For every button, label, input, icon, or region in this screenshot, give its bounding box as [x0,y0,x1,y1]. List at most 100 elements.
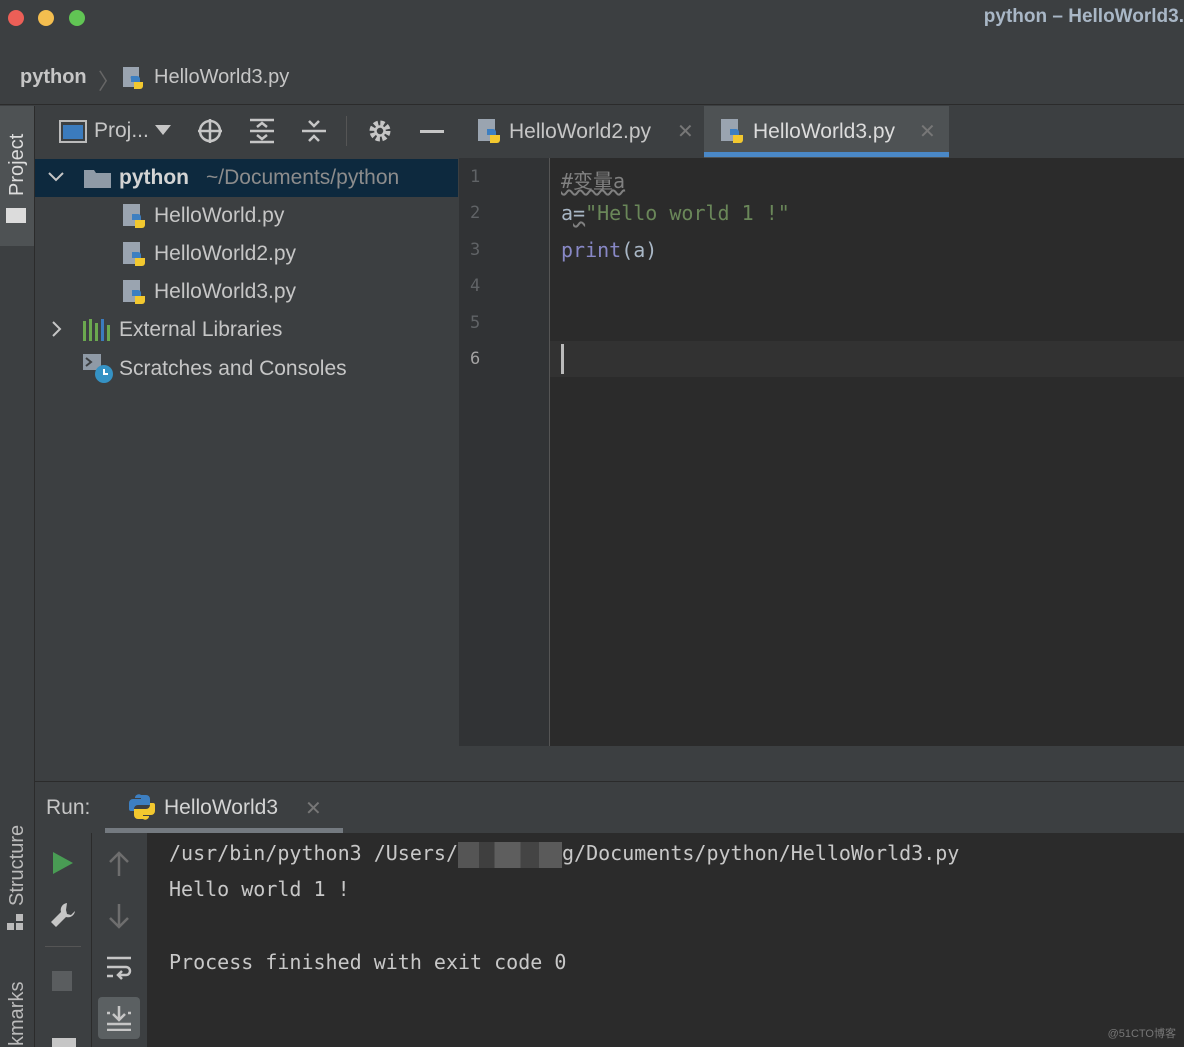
code-line-2: a="Hello world 1 !" [561,201,790,225]
breadcrumb-project[interactable]: python [20,66,87,89]
expand-all-icon[interactable] [249,118,275,144]
locate-icon[interactable] [197,118,223,144]
watermark: @51CTO博客 [1107,1028,1176,1040]
title-bar: python – HelloWorld3. [0,0,1184,38]
run-label: Run: [46,796,91,819]
console-output: Hello world 1 ! [169,877,350,901]
python-icon [129,794,155,820]
current-line-highlight [550,341,1184,377]
tree-row-external-libraries[interactable]: External Libraries [35,311,458,349]
project-view-selector[interactable]: Proj... [94,119,149,143]
toolbar-divider [91,833,92,1047]
line-gutter: 1 2 3 4 5 6 [459,158,550,746]
close-icon[interactable]: ✕ [677,106,694,158]
code-editor[interactable]: 1 2 3 4 5 6 #变量a a="Hello world 1 !" pri… [459,158,1184,746]
bookmarks-tool-button[interactable]: kmarks [0,966,34,1047]
stop-icon[interactable] [52,971,72,991]
soft-wrap-icon[interactable] [106,955,132,981]
line-number: 5 [470,313,481,333]
active-tab-indicator [704,152,949,157]
gear-icon[interactable] [367,118,393,144]
left-tool-stripe: Project Structure kmarks [0,106,35,1047]
folder-icon [84,168,111,188]
close-window-button[interactable] [8,10,24,26]
hide-panel-icon[interactable] [420,130,444,133]
run-tab-label: HelloWorld3 [164,796,278,819]
tab-helloworld2[interactable]: HelloWorld2.py ✕ [459,106,703,158]
zoom-window-button[interactable] [69,10,85,26]
arrow-up-icon[interactable] [108,851,130,877]
python-file-icon [122,241,148,269]
arrow-down-icon[interactable] [108,903,130,929]
close-icon[interactable]: ✕ [919,106,936,158]
tree-row-root[interactable]: python ~/Documents/python [35,159,458,197]
file-name: HelloWorld2.py [154,242,297,265]
code-args: (a) [621,238,658,262]
chevron-right-icon[interactable] [47,311,65,349]
project-view-icon [59,120,87,144]
breadcrumb: python 〉 HelloWorld3.py [0,52,1184,105]
window-title: python – HelloWorld3. [983,6,1184,27]
python-file-icon [122,66,146,92]
project-panel: Proj... python ~/Documents/python HelloW… [35,106,458,780]
console-command-line: /usr/bin/python3 /Users/g/Documents/pyth… [169,841,959,868]
python-file-icon [122,203,148,231]
line-number: 1 [470,167,481,187]
tab-label: HelloWorld2.py [509,120,652,143]
chevron-down-icon[interactable] [155,125,171,135]
root-folder-path: ~/Documents/python [206,166,400,189]
breadcrumb-file[interactable]: HelloWorld3.py [154,66,289,89]
python-file-icon [720,118,746,146]
line-number: 2 [470,203,481,223]
project-toolbar: Proj... [35,106,458,156]
code-line-3: print(a) [561,238,657,262]
code-operator: = [573,201,586,225]
run-console[interactable]: /usr/bin/python3 /Users/g/Documents/pyth… [147,833,1184,1047]
code-string: "Hello world 1 !" [585,201,790,225]
line-number: 6 [470,349,481,369]
tab-helloworld3[interactable]: HelloWorld3.py ✕ [704,106,949,158]
run-tab-helloworld3[interactable]: HelloWorld3 ✕ [105,782,343,834]
tree-row-file[interactable]: HelloWorld3.py [35,273,458,311]
wrench-icon[interactable] [49,901,77,929]
console-exit-message: Process finished with exit code 0 [169,950,567,974]
library-icon [83,319,111,341]
scratches-icon [83,354,115,384]
rerun-icon[interactable] [52,851,74,875]
collapse-all-icon[interactable] [301,118,327,144]
scratches-label: Scratches and Consoles [119,357,347,380]
project-tool-button[interactable]: Project [0,106,34,246]
redacted-username [457,841,562,868]
scroll-to-end-button[interactable] [98,997,140,1039]
code-variable: a [561,201,574,225]
minimize-window-button[interactable] [38,10,54,26]
structure-tool-label: Structure [6,824,28,906]
close-icon[interactable]: ✕ [305,796,322,821]
file-name: HelloWorld.py [154,204,285,227]
tab-label: HelloWorld3.py [753,120,896,143]
tree-row-file[interactable]: HelloWorld.py [35,197,458,235]
project-tool-label: Project [6,133,28,196]
file-name: HelloWorld3.py [154,280,297,303]
console-command-prefix: /usr/bin/python3 /Users/ [169,841,458,865]
toolbar-divider [346,116,347,146]
external-libraries-label: External Libraries [119,318,283,341]
run-panel-header: Run: HelloWorld3 ✕ [35,781,1184,834]
console-command-suffix: g/Documents/python/HelloWorld3.py [561,841,960,865]
tree-row-scratches[interactable]: Scratches and Consoles [35,350,458,388]
tree-row-file[interactable]: HelloWorld2.py [35,235,458,273]
root-folder-name: python [119,166,189,189]
structure-icon [7,914,25,930]
folder-icon [6,208,26,223]
toolbar-divider [45,946,81,947]
editor-tab-bar: HelloWorld2.py ✕ HelloWorld3.py ✕ [459,106,1184,159]
layout-icon[interactable] [52,1038,76,1047]
python-file-icon [477,118,503,146]
text-cursor [561,344,564,374]
line-number: 4 [470,276,481,296]
chevron-down-icon[interactable] [47,159,65,197]
code-function: print [561,238,622,262]
structure-tool-button[interactable]: Structure [0,806,34,936]
run-toolbar [35,833,147,1047]
scroll-to-end-icon [106,1005,132,1031]
